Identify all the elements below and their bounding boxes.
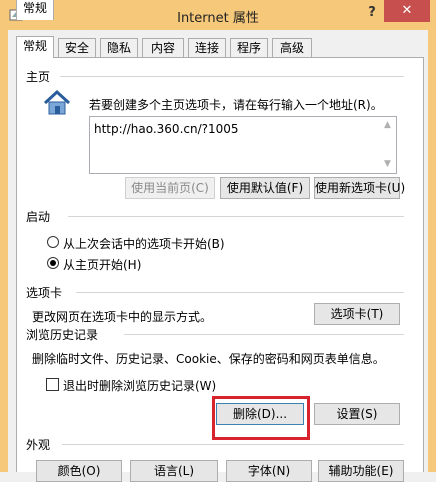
tab-general-front[interactable]: 常规 bbox=[16, 36, 54, 58]
url-scrollbar[interactable]: ▲ ▼ bbox=[379, 117, 396, 173]
tab-general[interactable]: 常规 bbox=[16, 0, 54, 20]
fonts-button[interactable]: 字体(N) bbox=[226, 460, 312, 482]
homepage-section-label: 主页 bbox=[26, 68, 55, 85]
homepage-divider bbox=[60, 76, 404, 77]
tab-advanced[interactable]: 高级 bbox=[272, 38, 312, 58]
title-bar: Internet 属性 ? ✕ bbox=[0, 0, 436, 30]
window-frame-left bbox=[0, 30, 8, 472]
tab-privacy[interactable]: 隐私 bbox=[100, 38, 138, 58]
tab-content[interactable]: 内容 bbox=[142, 38, 184, 58]
tabs-section-label: 选项卡 bbox=[26, 284, 67, 301]
help-button[interactable]: ? bbox=[362, 3, 382, 23]
history-description: 删除临时文件、历史记录、Cookie、保存的密码和网页表单信息。 bbox=[32, 352, 385, 366]
close-button[interactable]: ✕ bbox=[384, 0, 430, 22]
languages-button[interactable]: 语言(L) bbox=[130, 460, 218, 482]
homepage-description: 若要创建多个主页选项卡，请在每行输入一个地址(R)。 bbox=[89, 98, 383, 112]
history-section-label: 浏览历史记录 bbox=[26, 326, 103, 343]
use-default-button[interactable]: 使用默认值(F) bbox=[220, 177, 310, 199]
scroll-down-icon[interactable]: ▼ bbox=[379, 156, 396, 173]
history-divider bbox=[124, 334, 404, 335]
radio-homepage[interactable] bbox=[47, 257, 59, 269]
delete-button-highlight bbox=[212, 396, 310, 440]
radio-selected-dot bbox=[50, 260, 56, 266]
appearance-divider bbox=[62, 444, 404, 445]
tabs-section-divider bbox=[76, 292, 404, 293]
accessibility-button[interactable]: 辅助功能(E) bbox=[318, 460, 404, 482]
tabs-settings-button[interactable]: 选项卡(T) bbox=[314, 303, 400, 325]
colors-button[interactable]: 颜色(O) bbox=[36, 460, 122, 482]
tab-security[interactable]: 安全 bbox=[58, 38, 96, 58]
delete-on-exit-checkbox[interactable] bbox=[46, 378, 59, 391]
tabs-section-description: 更改网页在选项卡中的显示方式。 bbox=[32, 310, 213, 324]
radio-last-session[interactable] bbox=[47, 236, 59, 248]
startup-section-label: 启动 bbox=[26, 208, 55, 225]
home-icon bbox=[43, 89, 71, 115]
use-current-button[interactable]: 使用当前页(C) bbox=[125, 177, 215, 199]
tab-connections[interactable]: 连接 bbox=[188, 38, 226, 58]
delete-on-exit-label[interactable]: 退出时删除浏览历史记录(W) bbox=[63, 377, 216, 394]
homepage-url-textarea[interactable]: http://hao.360.cn/?1005 ▲ ▼ bbox=[89, 116, 397, 174]
startup-divider bbox=[68, 216, 404, 217]
radio-last-session-label[interactable]: 从上次会话中的选项卡开始(B) bbox=[63, 235, 225, 252]
appearance-section-label: 外观 bbox=[26, 436, 55, 453]
use-new-tab-button[interactable]: 使用新选项卡(U) bbox=[314, 177, 405, 199]
scroll-up-icon[interactable]: ▲ bbox=[379, 117, 396, 134]
radio-homepage-label[interactable]: 从主页开始(H) bbox=[63, 256, 141, 273]
history-settings-button[interactable]: 设置(S) bbox=[314, 403, 400, 425]
window-frame-right bbox=[428, 30, 436, 472]
homepage-url-value: http://hao.360.cn/?1005 bbox=[94, 122, 239, 136]
tab-programs[interactable]: 程序 bbox=[230, 38, 268, 58]
